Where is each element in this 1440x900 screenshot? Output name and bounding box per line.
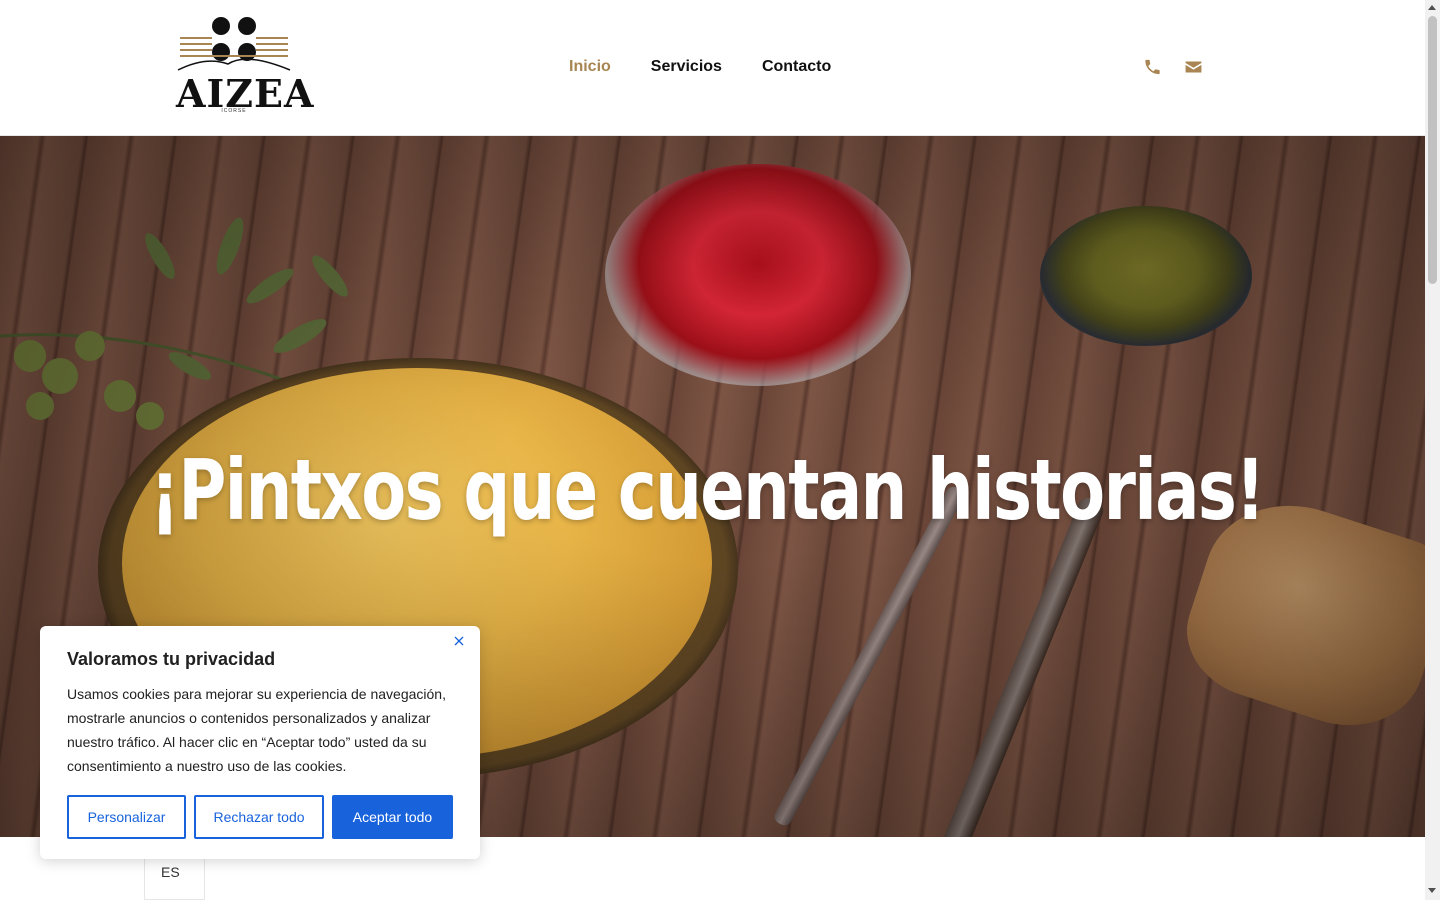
- nav-item-contacto[interactable]: Contacto: [762, 57, 831, 77]
- header-contact-icons: [1143, 57, 1203, 77]
- logo[interactable]: AIZEA ICORSE: [176, 12, 313, 116]
- lauburu-logo-icon: [177, 17, 291, 71]
- reject-all-button[interactable]: Rechazar todo: [194, 795, 324, 839]
- scroll-down-arrow-icon[interactable]: [1428, 888, 1436, 893]
- cookie-banner: Valoramos tu privacidad Usamos cookies p…: [40, 626, 480, 859]
- customize-button[interactable]: Personalizar: [67, 795, 186, 839]
- site-header: AIZEA ICORSE Inicio Servicios Contacto: [0, 0, 1425, 136]
- accept-all-button[interactable]: Aceptar todo: [332, 795, 453, 839]
- scroll-up-arrow-icon[interactable]: [1428, 5, 1436, 10]
- scrollbar-thumb[interactable]: [1428, 16, 1437, 284]
- close-icon[interactable]: [452, 634, 466, 648]
- page-scrollbar[interactable]: [1425, 0, 1440, 900]
- logo-subtitle: ICORSE: [221, 108, 247, 114]
- envelope-icon[interactable]: [1184, 57, 1203, 77]
- hero-title: ¡Pintxos que cuentan historias!: [150, 441, 1265, 539]
- main-nav: Inicio Servicios Contacto: [569, 57, 831, 77]
- nav-item-servicios[interactable]: Servicios: [651, 57, 722, 77]
- cookie-actions: Personalizar Rechazar todo Aceptar todo: [67, 795, 453, 839]
- cookie-description: Usamos cookies para mejorar su experienc…: [67, 686, 446, 774]
- phone-icon[interactable]: [1143, 57, 1162, 77]
- nav-item-inicio[interactable]: Inicio: [569, 57, 611, 77]
- cookie-title: Valoramos tu privacidad: [67, 649, 276, 669]
